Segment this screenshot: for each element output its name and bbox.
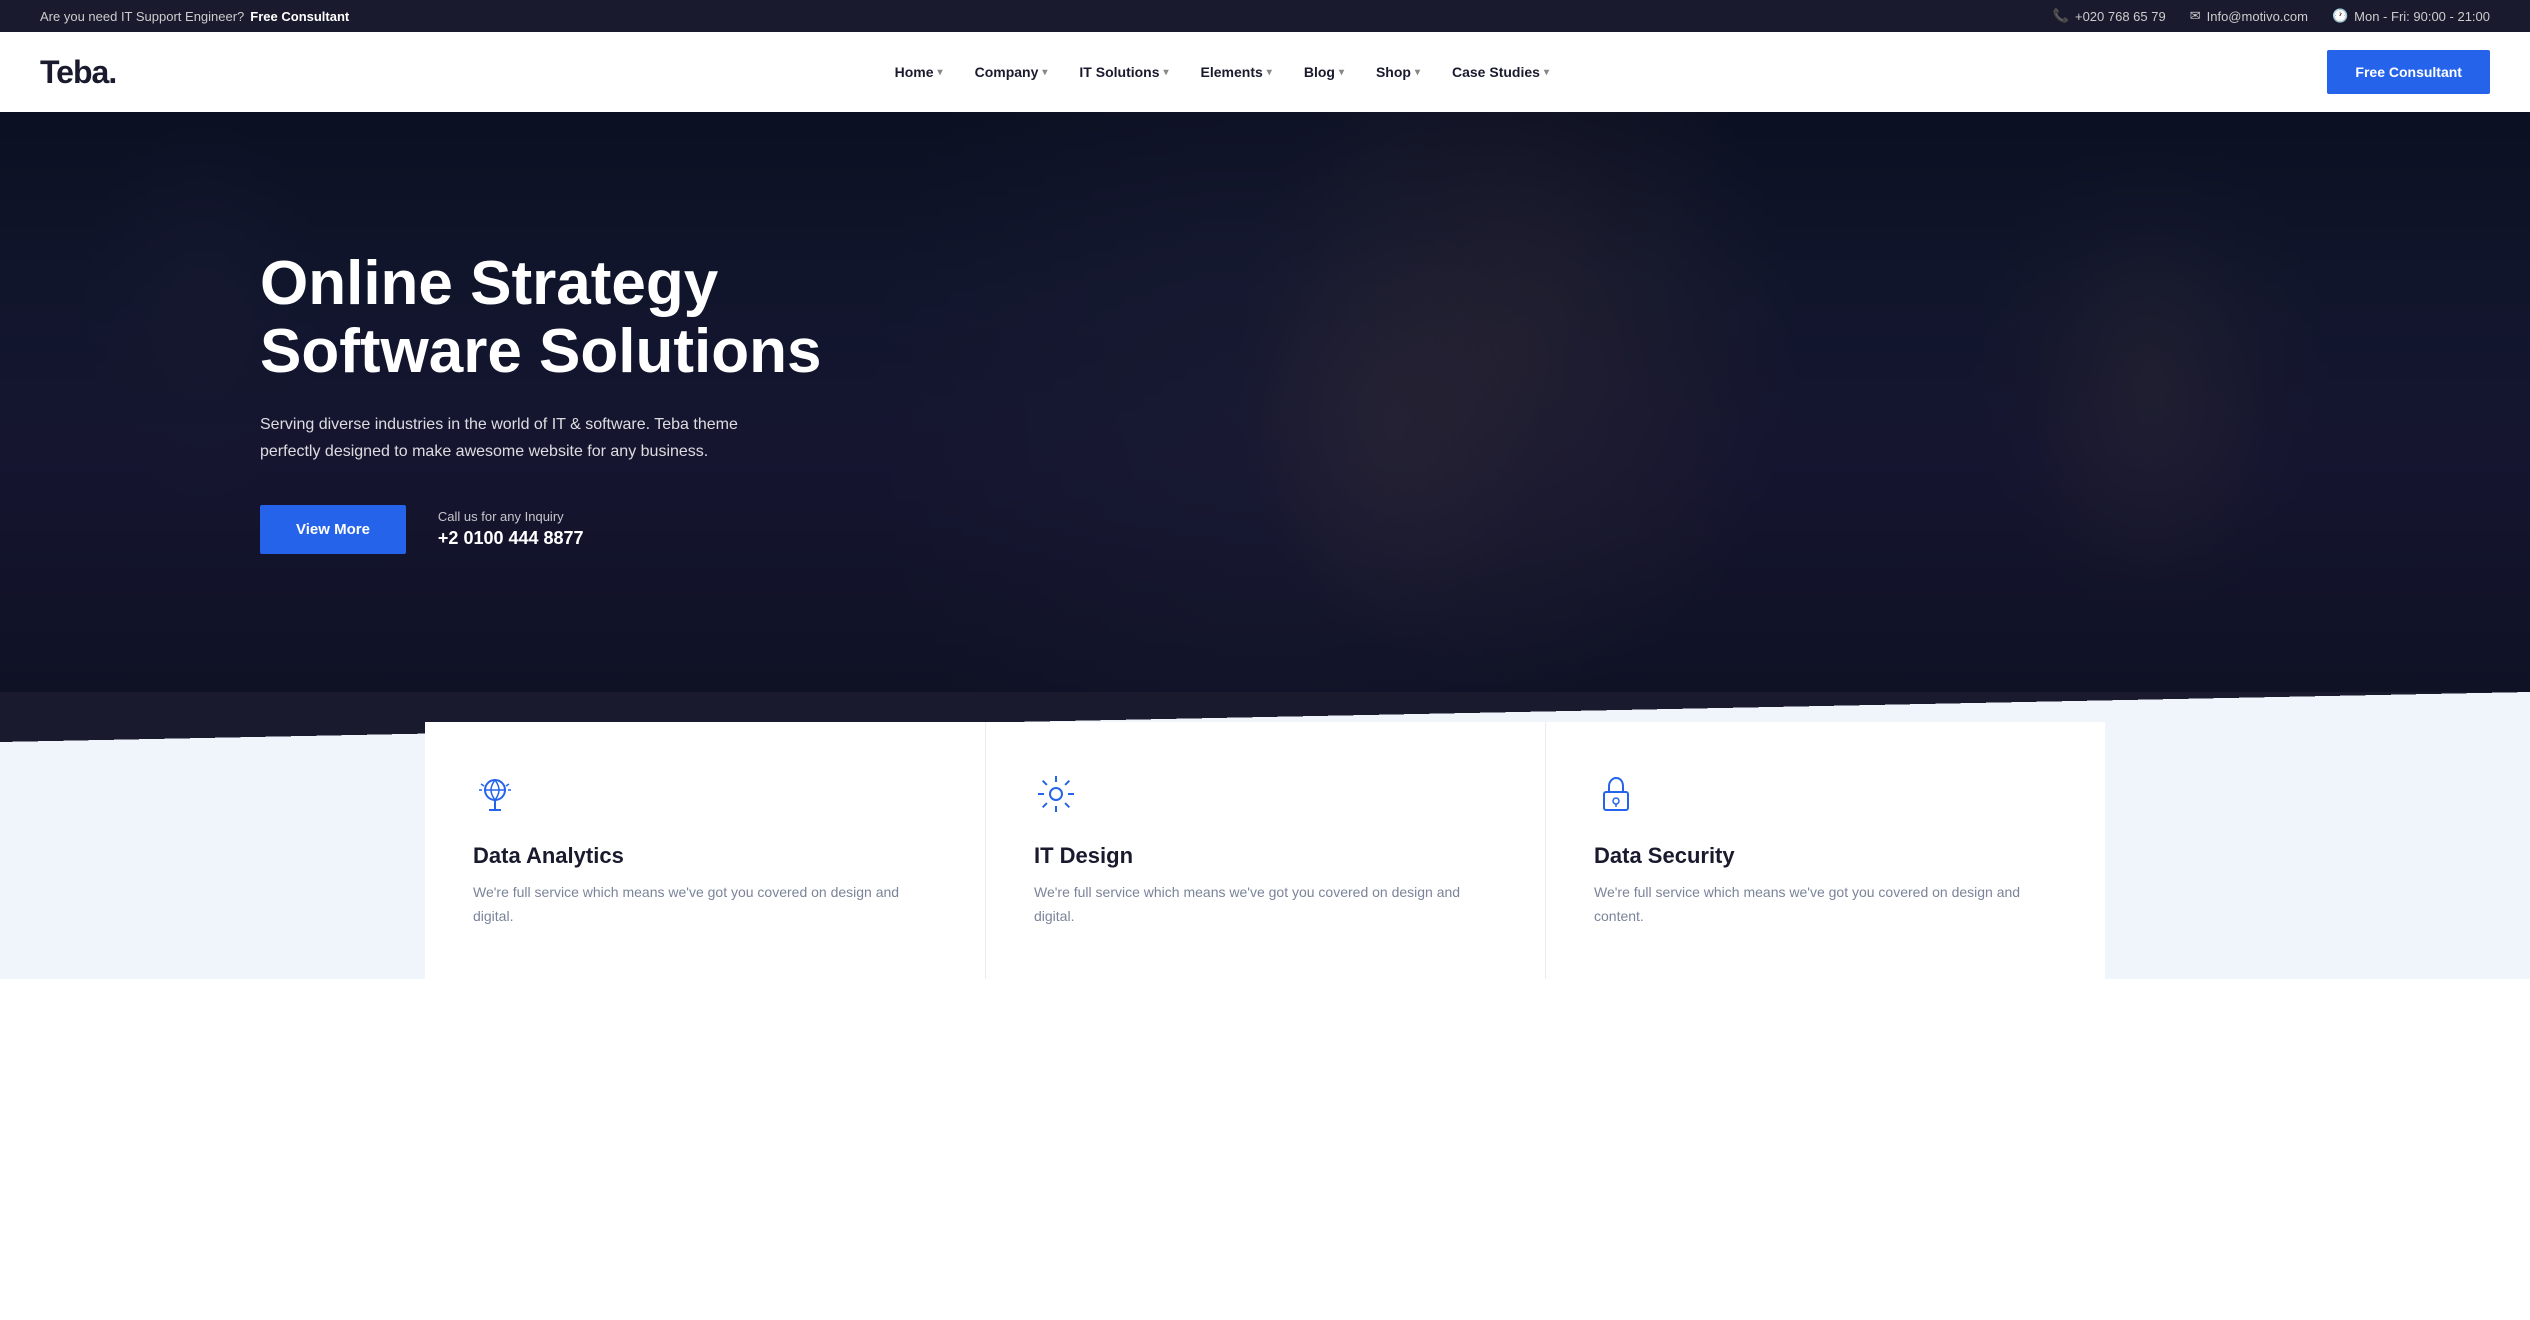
- nav-elements-label: Elements: [1201, 64, 1263, 80]
- view-more-button[interactable]: View More: [260, 505, 406, 554]
- nav-shop[interactable]: Shop ▾: [1362, 54, 1434, 90]
- chevron-down-icon: ▾: [1415, 67, 1420, 78]
- business-hours: Mon - Fri: 90:00 - 21:00: [2354, 9, 2490, 24]
- feature-data-security: Data Security We're full service which m…: [1545, 722, 2105, 979]
- hero-title-line1: Online Strategy: [260, 249, 718, 318]
- phone-icon: 📞: [2053, 8, 2069, 24]
- hero-subtitle: Serving diverse industries in the world …: [260, 411, 740, 465]
- header: Teba. Home ▾ Company ▾ IT Solutions ▾ El…: [0, 32, 2530, 112]
- nav-blog-label: Blog: [1304, 64, 1335, 80]
- data-security-desc: We're full service which means we've got…: [1594, 881, 2057, 929]
- chevron-down-icon: ▾: [1042, 67, 1047, 78]
- nav-elements[interactable]: Elements ▾: [1187, 54, 1286, 90]
- clock-icon: 🕐: [2332, 8, 2348, 24]
- feature-data-analytics: Data Analytics We're full service which …: [425, 722, 985, 979]
- it-design-desc: We're full service which means we've got…: [1034, 881, 1497, 929]
- email-icon: ✉: [2190, 8, 2201, 24]
- phone-info: 📞 +020 768 65 79: [2053, 8, 2166, 24]
- hero-call-number: +2 0100 444 8877: [438, 528, 584, 549]
- nav-case-studies-label: Case Studies: [1452, 64, 1540, 80]
- data-analytics-desc: We're full service which means we've got…: [473, 881, 937, 929]
- feature-it-design: IT Design We're full service which means…: [985, 722, 1545, 979]
- hero-content: Online Strategy Software Solutions Servi…: [0, 250, 821, 554]
- nav-company-label: Company: [975, 64, 1039, 80]
- hero-title: Online Strategy Software Solutions: [260, 250, 821, 386]
- promo-cta: Free Consultant: [250, 9, 349, 24]
- data-analytics-icon: [473, 772, 937, 823]
- hero-call-info: Call us for any Inquiry +2 0100 444 8877: [438, 509, 584, 549]
- nav-home[interactable]: Home ▾: [881, 54, 957, 90]
- chevron-down-icon: ▾: [938, 67, 943, 78]
- promo-text: Are you need IT Support Engineer?: [40, 9, 244, 24]
- nav-it-solutions-label: IT Solutions: [1079, 64, 1159, 80]
- phone-number: +020 768 65 79: [2075, 9, 2166, 24]
- hero-section: Online Strategy Software Solutions Servi…: [0, 112, 2530, 692]
- data-security-title: Data Security: [1594, 843, 2057, 869]
- data-analytics-title: Data Analytics: [473, 843, 937, 869]
- nav-it-solutions[interactable]: IT Solutions ▾: [1065, 54, 1182, 90]
- it-design-icon: [1034, 772, 1497, 823]
- hero-title-line2: Software Solutions: [260, 317, 821, 386]
- chevron-down-icon: ▾: [1267, 67, 1272, 78]
- hours-info: 🕐 Mon - Fri: 90:00 - 21:00: [2332, 8, 2490, 24]
- nav-case-studies[interactable]: Case Studies ▾: [1438, 54, 1563, 90]
- top-bar: Are you need IT Support Engineer? Free C…: [0, 0, 2530, 32]
- email-address: Info@motivo.com: [2207, 9, 2308, 24]
- nav-shop-label: Shop: [1376, 64, 1411, 80]
- nav-company[interactable]: Company ▾: [961, 54, 1062, 90]
- nav-blog[interactable]: Blog ▾: [1290, 54, 1358, 90]
- chevron-down-icon: ▾: [1339, 67, 1344, 78]
- main-nav: Home ▾ Company ▾ IT Solutions ▾ Elements…: [881, 54, 1563, 90]
- logo[interactable]: Teba.: [40, 54, 116, 91]
- top-bar-contact: 📞 +020 768 65 79 ✉ Info@motivo.com 🕐 Mon…: [2053, 8, 2490, 24]
- chevron-down-icon: ▾: [1544, 67, 1549, 78]
- it-design-title: IT Design: [1034, 843, 1497, 869]
- top-bar-promo: Are you need IT Support Engineer? Free C…: [40, 9, 349, 24]
- email-info: ✉ Info@motivo.com: [2190, 8, 2308, 24]
- chevron-down-icon: ▾: [1164, 67, 1169, 78]
- features-section: Data Analytics We're full service which …: [0, 692, 2530, 979]
- header-cta-button[interactable]: Free Consultant: [2327, 50, 2490, 94]
- hero-call-label: Call us for any Inquiry: [438, 509, 584, 524]
- hero-actions: View More Call us for any Inquiry +2 010…: [260, 505, 821, 554]
- data-security-icon: [1594, 772, 2057, 823]
- nav-home-label: Home: [895, 64, 934, 80]
